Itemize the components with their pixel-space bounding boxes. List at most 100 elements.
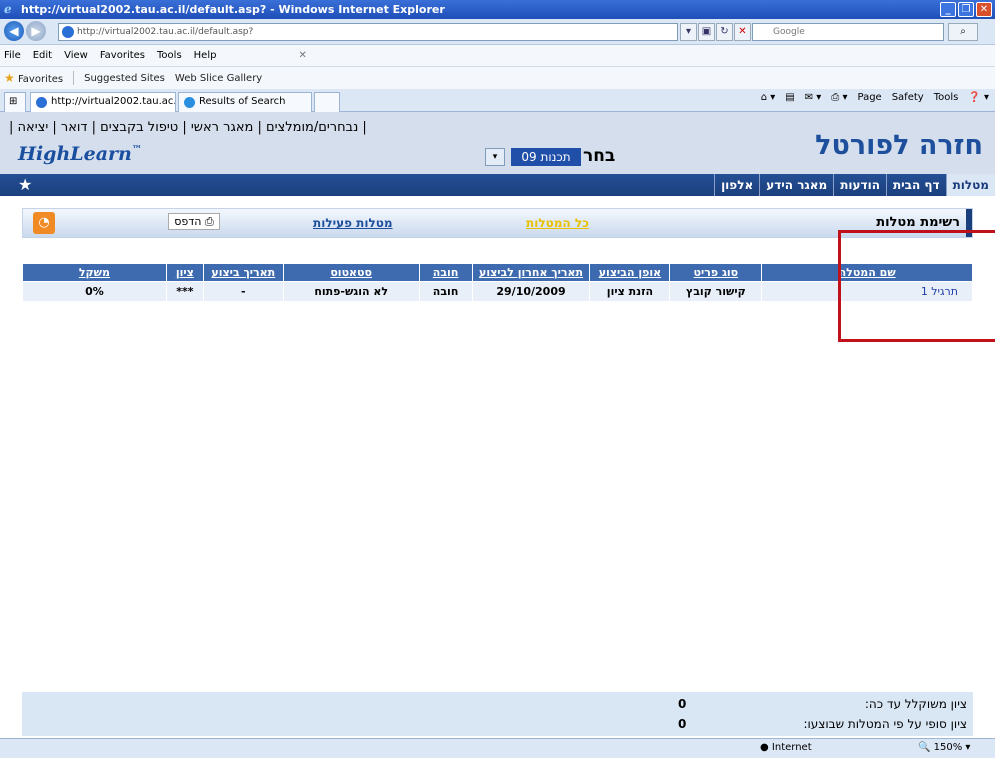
course-selector: ▾ תכנות 09 בחר <box>485 146 630 168</box>
page-menu[interactable]: Page <box>857 92 881 103</box>
favorites-button[interactable]: ★ Favorites <box>4 71 63 85</box>
address-bar[interactable]: http://virtual2002.tau.ac.il/default.asp… <box>58 23 678 41</box>
menu-help[interactable]: Help <box>194 50 217 61</box>
active-tasks-link[interactable]: מטלות פעילות <box>313 216 393 230</box>
maximize-button[interactable]: ❐ <box>958 2 974 17</box>
cell-weight: 0% <box>22 281 167 302</box>
favorites-star-icon: ★ <box>4 71 15 85</box>
cell-due-date: 29/10/2009 <box>471 281 591 302</box>
col-execution-date[interactable]: תאריך ביצוע <box>202 263 284 282</box>
back-to-portal-link[interactable]: חזרה לפורטל <box>815 130 983 161</box>
home-icon[interactable]: ⌂ ▾ <box>761 92 776 103</box>
col-item-type[interactable]: סוג פריט <box>669 263 763 282</box>
portal-header: | נבחרים/מומלצים | מאגר ראשי | טיפול בקב… <box>0 112 995 174</box>
page-content: | נבחרים/מומלצים | מאגר ראשי | טיפול בקב… <box>0 112 995 738</box>
address-toolbar: ◀ ▶ http://virtual2002.tau.ac.il/default… <box>0 19 995 45</box>
col-weight[interactable]: משקל <box>22 263 167 282</box>
web-slice-gallery-link[interactable]: Web Slice Gallery <box>175 73 262 84</box>
col-status[interactable]: סטאטוס <box>282 263 420 282</box>
print-label: הדפס <box>174 215 202 228</box>
course-select[interactable]: תכנות 09 <box>511 148 581 166</box>
forward-button[interactable]: ▶ <box>26 21 46 41</box>
quick-tabs-button[interactable]: ⊞ <box>4 92 26 112</box>
course-dropdown-button[interactable]: ▾ <box>485 148 505 166</box>
search-placeholder: Google <box>773 27 805 37</box>
back-button[interactable]: ◀ <box>4 21 24 41</box>
zoom-level[interactable]: 🔍 150% ▾ <box>918 742 970 753</box>
close-toolbar-icon[interactable]: ✕ <box>298 50 306 61</box>
stop-icon[interactable]: ✕ <box>734 23 751 41</box>
menu-file[interactable]: File <box>4 50 21 61</box>
window-title-bar: ℯ http://virtual2002.tau.ac.il/default.a… <box>0 0 995 19</box>
tab-home[interactable]: דף הבית <box>885 174 946 196</box>
help-icon[interactable]: ❓ ▾ <box>968 92 989 103</box>
compat-view-icon[interactable]: ▣ <box>698 23 715 41</box>
address-text: http://virtual2002.tau.ac.il/default.asp… <box>77 27 254 37</box>
tab-ie-icon <box>184 97 195 108</box>
cell-grade: *** <box>165 281 204 302</box>
close-button[interactable]: ✕ <box>976 2 992 17</box>
final-grade-label: ציון סופי על פי המטלות שבוצעו: <box>803 717 967 731</box>
course-select-label: בחר <box>583 146 616 166</box>
tasks-header: רשימת מטלות ◔ הדפס ⎙ מטלות פעילות כל המט… <box>22 208 973 238</box>
highlearn-logo: HighLearn™ <box>18 143 142 165</box>
col-grade[interactable]: ציון <box>165 263 204 282</box>
rss-icon[interactable]: ◔ <box>33 212 55 234</box>
cell-item-type: קישור קובץ <box>669 281 763 302</box>
menu-edit[interactable]: Edit <box>33 50 52 61</box>
col-mandatory[interactable]: חובה <box>418 263 473 282</box>
tab-globe-icon <box>36 97 47 108</box>
command-bar: ⌂ ▾ ▤ ✉ ▾ ⎙ ▾ Page Safety Tools ❓ ▾ <box>761 92 989 103</box>
site-globe-icon <box>62 26 74 38</box>
weighted-grade-value: 0 <box>678 697 687 711</box>
suggested-sites-link[interactable]: Suggested Sites <box>84 73 165 84</box>
col-due-date[interactable]: תאריך אחרון לביצוע <box>471 263 591 282</box>
refresh-icon[interactable]: ↻ <box>716 23 733 41</box>
ie-logo-icon: ℯ <box>4 2 12 16</box>
search-button[interactable]: ⌕ <box>948 23 978 41</box>
weighted-grade-label: ציון משוקלל עד כה: <box>864 697 967 711</box>
highlight-box <box>838 230 995 342</box>
cell-mandatory: חובה <box>418 281 473 302</box>
cell-execution-date: - <box>202 281 284 302</box>
status-bar: ● Internet 🔍 150% ▾ <box>0 738 995 758</box>
tab-results-label: Results of Search <box>199 96 286 107</box>
table-row: תרגיל 1 קישור קובץ הזנת ציון 29/10/2009 … <box>22 281 973 302</box>
print-button[interactable]: הדפס ⎙ <box>168 213 220 230</box>
new-tab-button[interactable] <box>314 92 340 112</box>
search-input[interactable]: Google <box>752 23 944 41</box>
menu-bar: File Edit View Favorites Tools Help ✕ <box>0 45 995 67</box>
all-tasks-link[interactable]: כל המטלות <box>526 216 589 230</box>
tab-current-label: http://virtual2002.tau.ac... <box>51 96 176 107</box>
tab-directory[interactable]: אלפון <box>714 174 759 196</box>
favorite-star-icon[interactable]: ★ <box>18 175 32 194</box>
tab-knowledge-base[interactable]: מאגר הידע <box>759 174 833 196</box>
minimize-button[interactable]: _ <box>940 2 956 17</box>
tools-menu[interactable]: Tools <box>934 92 959 103</box>
window-title: http://virtual2002.tau.ac.il/default.asp… <box>21 3 445 16</box>
print-icon[interactable]: ⎙ ▾ <box>831 92 847 103</box>
cell-status: לא הוגש-פתוח <box>282 281 420 302</box>
favorites-bar: ★ Favorites Suggested Sites Web Slice Ga… <box>0 67 995 89</box>
top-links[interactable]: | נבחרים/מומלצים | מאגר ראשי | טיפול בקב… <box>9 120 367 135</box>
address-dropdown-button[interactable]: ▾ <box>680 23 697 41</box>
grade-summary: ציון משוקלל עד כה: 0 ציון סופי על פי המט… <box>22 692 973 736</box>
menu-tools[interactable]: Tools <box>157 50 182 61</box>
tab-results-of-search[interactable]: Results of Search <box>178 92 312 112</box>
final-grade-value: 0 <box>678 717 687 731</box>
menu-view[interactable]: View <box>64 50 88 61</box>
mail-icon[interactable]: ✉ ▾ <box>805 92 822 103</box>
tab-current[interactable]: http://virtual2002.tau.ac... <box>30 92 176 112</box>
tasks-title: רשימת מטלות <box>876 215 960 230</box>
col-execution-mode[interactable]: אופן הביצוע <box>589 263 671 282</box>
tab-messages[interactable]: הודעות <box>833 174 886 196</box>
feeds-icon[interactable]: ▤ <box>785 92 794 103</box>
main-nav: ★ מטלות דף הבית הודעות מאגר הידע אלפון <box>0 174 995 196</box>
safety-menu[interactable]: Safety <box>892 92 924 103</box>
tasks-table: שם המטלה סוג פריט אופן הביצוע תאריך אחרו… <box>22 263 973 302</box>
tab-tasks[interactable]: מטלות <box>945 174 995 196</box>
cell-execution-mode: הזנת ציון <box>589 281 671 302</box>
favorites-label: Favorites <box>17 74 64 85</box>
table-header-row: שם המטלה סוג פריט אופן הביצוע תאריך אחרו… <box>22 263 973 282</box>
menu-favorites[interactable]: Favorites <box>100 50 145 61</box>
